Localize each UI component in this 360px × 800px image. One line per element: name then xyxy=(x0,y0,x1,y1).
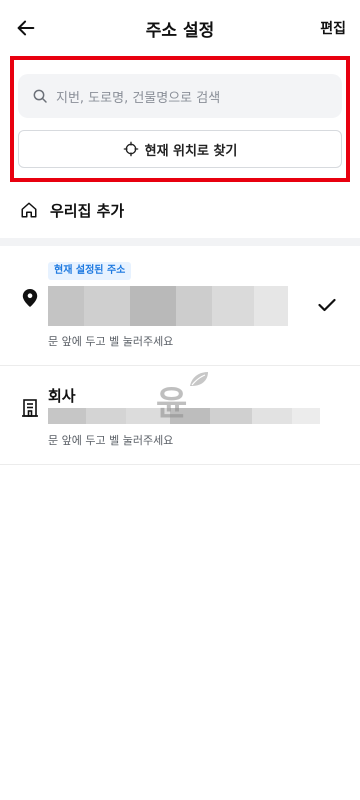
watermark-logo: 윤 xyxy=(152,368,212,426)
redacted-address xyxy=(48,286,288,326)
edit-button[interactable]: 편집 xyxy=(320,18,346,38)
crosshair-icon xyxy=(123,141,138,157)
building-icon xyxy=(22,399,38,417)
check-icon xyxy=(318,298,336,312)
address-item-current[interactable]: 현재 설정된 주소 문 앞에 두고 벨 눌러주세요 xyxy=(0,246,360,366)
delivery-note: 문 앞에 두고 벨 눌러주세요 xyxy=(48,434,174,447)
page-title: 주소 설정 xyxy=(145,21,215,41)
address-name: 회사 xyxy=(48,387,76,405)
location-pin-icon xyxy=(22,289,38,307)
add-home-button[interactable]: 우리집 추가 xyxy=(0,190,360,230)
home-icon xyxy=(21,202,37,218)
delivery-note: 문 앞에 두고 벨 눌러주세요 xyxy=(48,335,174,348)
find-current-location-button[interactable]: 현재 위치로 찾기 xyxy=(18,130,342,168)
find-current-location-label: 현재 위치로 찾기 xyxy=(144,143,238,159)
search-input[interactable]: 지번, 도로명, 건물명으로 검색 xyxy=(18,74,342,118)
address-search-section: 지번, 도로명, 건물명으로 검색 현재 위치로 찾기 xyxy=(10,56,350,182)
watermark-text: 윤 xyxy=(156,384,188,424)
leaf-icon xyxy=(190,372,208,386)
current-address-badge: 현재 설정된 주소 xyxy=(48,262,132,280)
top-app-bar: 주소 설정 편집 xyxy=(0,0,360,56)
section-divider xyxy=(0,238,360,246)
search-placeholder: 지번, 도로명, 건물명으로 검색 xyxy=(56,90,221,106)
search-icon xyxy=(33,89,47,103)
add-home-label: 우리집 추가 xyxy=(50,201,125,220)
